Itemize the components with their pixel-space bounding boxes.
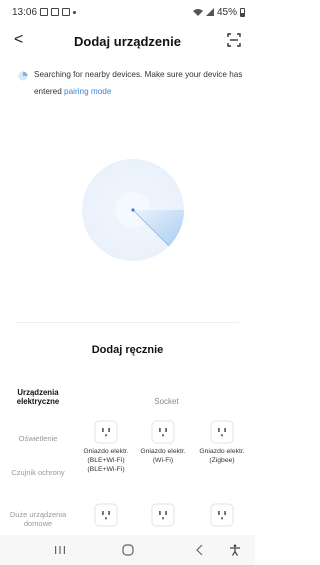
device-socket-4[interactable] xyxy=(78,503,134,527)
status-bar: 13:06 45% xyxy=(0,0,255,24)
page-title: Dodaj urządzenie xyxy=(74,33,181,49)
device-label: Gniazdo elektr. (BLE+Wi-Fi) (BLE+Wi-Fi) xyxy=(83,448,129,473)
gallery-notification-icon xyxy=(40,8,49,16)
back-button[interactable]: < xyxy=(14,31,23,49)
category-large-appliances[interactable]: Duże urządzenia domowe xyxy=(4,510,72,528)
system-nav-bar xyxy=(0,535,255,565)
camera-notification-icon xyxy=(51,8,60,16)
bluetooth-search-icon xyxy=(18,71,28,81)
device-socket-zigbee[interactable]: Gniazdo elektr. (Zigbee) xyxy=(194,420,250,465)
wifi-icon xyxy=(192,9,203,16)
radar-center-dot xyxy=(131,208,135,212)
searching-text: Searching for nearby devices. Make sure … xyxy=(34,66,243,100)
device-socket-ble-wifi[interactable]: Gniazdo elektr. (BLE+Wi-Fi) (BLE+Wi-Fi) xyxy=(78,420,134,474)
battery-icon xyxy=(240,7,245,17)
socket-icon xyxy=(151,420,175,444)
battery-percent: 45% xyxy=(216,6,237,18)
socket-icon xyxy=(210,503,234,527)
socket-icon xyxy=(94,420,118,444)
device-socket-5[interactable] xyxy=(135,503,191,527)
accessibility-button[interactable] xyxy=(220,535,250,565)
status-time: 13:06 xyxy=(12,6,38,18)
pairing-mode-link[interactable]: pairing mode xyxy=(64,87,111,96)
more-notifications-icon xyxy=(73,10,77,14)
recent-apps-button[interactable] xyxy=(40,535,80,565)
socket-icon xyxy=(151,503,175,527)
section-socket-label: Socket xyxy=(154,397,179,406)
category-security-sensor[interactable]: Czujnik ochrony xyxy=(4,468,72,477)
header: < Dodaj urządzenie xyxy=(0,28,255,54)
home-button[interactable] xyxy=(108,535,148,565)
searching-notice: Searching for nearby devices. Make sure … xyxy=(18,66,243,100)
back-icon xyxy=(196,544,203,556)
recent-apps-icon xyxy=(55,546,65,554)
radar-animation xyxy=(82,159,184,261)
scan-qr-icon[interactable] xyxy=(227,33,241,47)
nav-back-button[interactable] xyxy=(180,535,220,565)
socket-icon xyxy=(94,503,118,527)
manual-add-title: Dodaj ręcznie xyxy=(91,344,164,356)
signal-icon xyxy=(205,8,214,16)
device-socket-wifi[interactable]: Gniazdo elektr. (Wi-Fi) xyxy=(135,420,191,465)
socket-icon xyxy=(210,420,234,444)
mail-notification-icon xyxy=(62,8,71,16)
home-icon xyxy=(122,544,134,556)
device-label: Gniazdo elektr. (Zigbee) xyxy=(199,448,245,464)
category-lighting[interactable]: Oświetlenie xyxy=(4,434,72,443)
device-socket-6[interactable] xyxy=(194,503,250,527)
category-electrical[interactable]: Urządzenia elektryczne xyxy=(4,388,72,406)
divider xyxy=(16,322,239,323)
accessibility-icon xyxy=(230,544,240,556)
device-label: Gniazdo elektr. (Wi-Fi) xyxy=(140,448,186,464)
